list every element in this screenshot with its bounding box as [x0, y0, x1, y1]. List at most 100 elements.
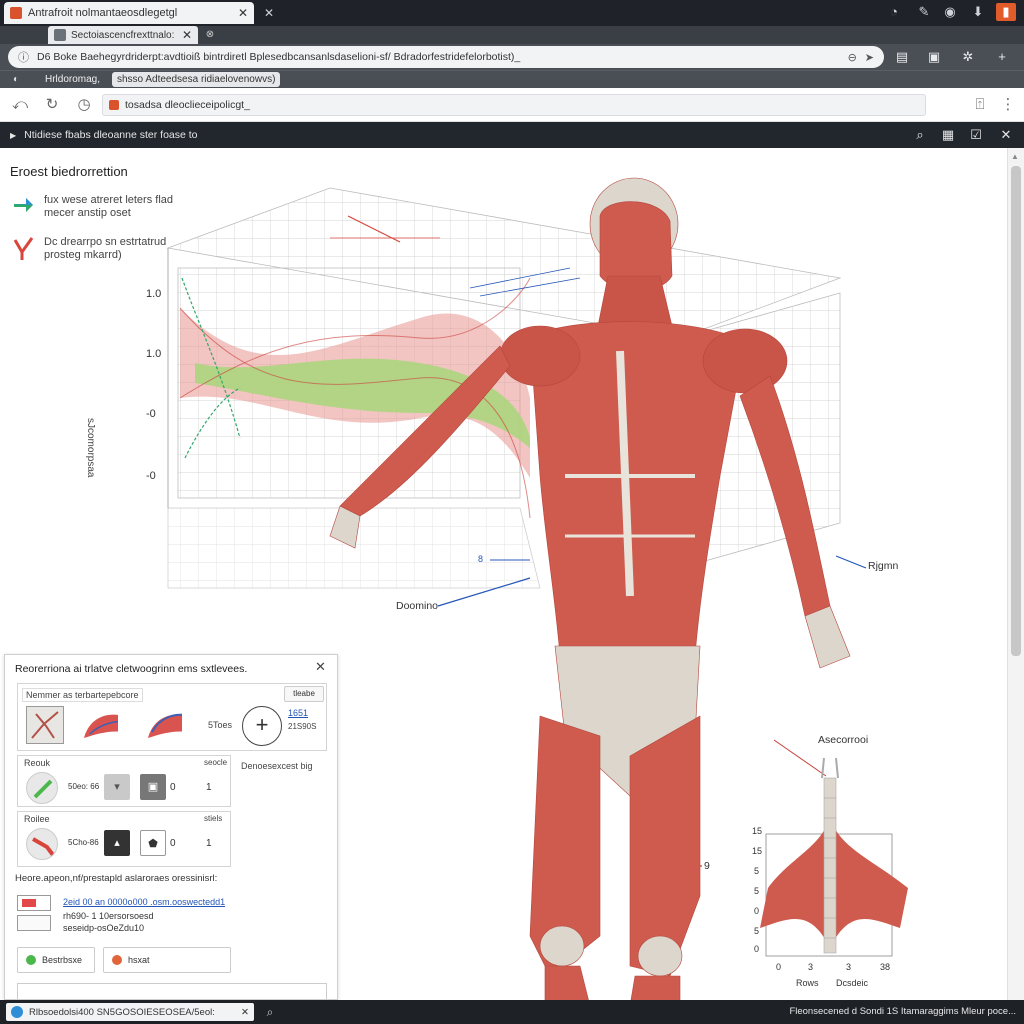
zoom-icon[interactable]: ⌕ [910, 126, 930, 144]
spine-tick: 5 [754, 926, 760, 936]
profile-icon[interactable]: ◉ [940, 3, 960, 21]
subgroup-value: 5Cho-86 [68, 838, 99, 847]
extension-icon[interactable]: ✎ [914, 3, 934, 21]
subgroup-title: Roilee [24, 814, 50, 824]
swatch-label: 5Toes [208, 720, 233, 730]
y-tick: -0 [146, 470, 156, 482]
check-box-icon[interactable]: ☑ [966, 126, 986, 144]
puzzle-icon[interactable]: ✲ [958, 48, 978, 66]
close-icon[interactable]: ✕ [996, 126, 1016, 144]
red-brush-icon[interactable] [26, 828, 58, 860]
layer-label: seseidp-osOeZdu10 [63, 923, 145, 933]
callout-right: Rjgmn [868, 560, 899, 572]
reading-list-icon[interactable]: ▤ [892, 48, 912, 66]
bookmark-2[interactable]: shsso Adteedsesa ridiaelovenowvs) [112, 72, 281, 87]
muscle-fiber-swatch-2[interactable] [144, 706, 182, 744]
close-tab-icon[interactable]: ✕ [238, 6, 248, 20]
scroll-up-icon[interactable]: ▲ [1011, 152, 1019, 161]
panel-bottom-field[interactable] [17, 983, 327, 999]
spine-tick: 5 [754, 886, 760, 896]
screenshot-icon[interactable]: ▣ [924, 48, 944, 66]
site-favicon-icon [10, 7, 22, 19]
green-dot-icon [26, 955, 36, 965]
subgroup-1: Reouk seocle 50eo: 66 ▾ ▣ 0 1 [17, 755, 231, 807]
tab-title: Antrafroit nolmantaeosdlegetgl [28, 7, 178, 19]
navigation-bar: ⤺ ↻ ◷ ⍐ ⋮ [0, 88, 1024, 122]
vertical-scrollbar[interactable]: ▲ [1007, 148, 1024, 1000]
hsxat-button[interactable]: hsxat [103, 947, 231, 973]
search-favicon-icon [109, 100, 119, 110]
spine-footer-label: Dcsdeic [836, 978, 869, 988]
taskbar-field[interactable]: Rlbsoedolsi400 SN5GOSOIESEOSEA/5eol: ✕ [6, 1003, 254, 1021]
taskbar-app-icon [11, 1006, 23, 1018]
expand-icon[interactable]: ▾ [104, 774, 130, 800]
downloads-icon[interactable]: ⬇ [968, 3, 988, 21]
layer-thumbnail[interactable] [17, 895, 51, 911]
search-input[interactable] [125, 99, 919, 111]
subgroup-right-label: seocle [204, 758, 228, 767]
share-icon[interactable]: ⍐ [970, 96, 990, 114]
grid-icon[interactable]: ▦ [938, 126, 958, 144]
search-box[interactable] [102, 94, 926, 116]
muscle-fiber-swatch-1[interactable] [80, 706, 118, 744]
account-icon[interactable]: ◔ [884, 3, 904, 21]
orange-dot-icon [112, 955, 122, 965]
active-tab[interactable]: Antrafroit nolmantaeosdlegetgl ✕ [4, 2, 254, 24]
bookmark-star-icon[interactable]: ⊖ [848, 51, 857, 64]
spine-tick: 15 [752, 826, 763, 836]
bookmark-1[interactable]: Hrldoromag, [40, 72, 105, 87]
swatch-group-button[interactable]: tleabe [284, 686, 324, 702]
apps-icon[interactable]: ◐ [8, 72, 24, 87]
layer-thumbnail[interactable] [17, 915, 51, 931]
green-brush-icon[interactable] [26, 772, 58, 804]
callout-marker: 8 [478, 554, 484, 564]
window-menu-icon[interactable]: ▮ [996, 3, 1016, 21]
callout-dooming: Doomino [396, 600, 439, 612]
url-field[interactable]: ⓘ D6 Boke Baehegyrdriderpt:avdtioiß bint… [8, 46, 884, 68]
scroll-thumb[interactable] [1011, 166, 1021, 656]
close-icon[interactable]: ✕ [182, 28, 192, 42]
swatch-value[interactable]: 1651 [288, 708, 308, 718]
panel-close-icon[interactable]: ✕ [315, 659, 326, 675]
add-icon[interactable]: + [992, 48, 1012, 66]
info-icon[interactable]: ⓘ [18, 49, 29, 65]
subgroup-title: Reouk [24, 758, 51, 768]
tab-strip: Sectoiascencfrexttnalo: ✕ ⊗ [0, 26, 1024, 44]
app-title-text: Ntidiese fbabs dleoanne ster foase to [24, 129, 198, 141]
y-tick: -0 [146, 408, 156, 420]
status-text: Fleonsecened d Sondi 1S Itamaraggims Mle… [789, 1006, 1016, 1017]
page-icon [54, 29, 66, 41]
secondary-tab[interactable]: Sectoiascencfrexttnalo: ✕ [48, 26, 198, 44]
layer-label: rh690- 1 10ersorsoesd [63, 911, 154, 921]
secondary-tab-title: Sectoiascencfrexttnalo: [71, 29, 175, 41]
search-icon[interactable]: ⌕ [258, 1003, 282, 1021]
subgroup-right-label: stiels [204, 814, 223, 823]
panel-description: Heore.apeon,nf/prestapld aslaroraes ores… [15, 873, 218, 884]
browser-tab-bar: Antrafroit nolmantaeosdlegetgl ✕ ✕ ◔ ✎ ◉… [0, 0, 1024, 26]
taskbar: Rlbsoedolsi400 SN5GOSOIESEOSEA/5eol: ✕ ⌕… [0, 1000, 1024, 1024]
close-icon[interactable]: ✕ [264, 6, 274, 20]
shield-icon[interactable]: ⬟ [140, 830, 166, 856]
swatch-group: Nemmer as terbartepebcore tleabe 5Toes +… [17, 683, 327, 751]
bestrbsxe-button[interactable]: Bestrbsxe [17, 947, 95, 973]
layer-toggle-icon[interactable]: ▣ [140, 774, 166, 800]
spine-footer-label: Rows [796, 978, 819, 988]
history-icon[interactable]: ◷ [74, 96, 94, 114]
collapse-icon[interactable]: ▴ [104, 830, 130, 856]
new-tab-close[interactable]: ✕ [258, 2, 348, 24]
more-menu-icon[interactable]: ⋮ [998, 96, 1018, 114]
spine-x-tick: 0 [776, 962, 782, 972]
layer-link[interactable]: 2eid 00 an 0000o000 .osm.ooswectedd1 [63, 897, 225, 907]
url-text[interactable]: D6 Boke Baehegyrdriderpt:avdtioiß bintrd… [37, 51, 840, 63]
go-arrow-icon[interactable]: ➤ [865, 51, 874, 64]
close-icon[interactable]: ✕ [241, 1007, 249, 1018]
muscle-texture-swatch[interactable] [26, 706, 64, 744]
tab-search-icon[interactable]: ⊗ [200, 26, 220, 44]
3d-viewport[interactable]: Eroest biedrorrettion fux wese atreret l… [0, 148, 1007, 1000]
forward-icon[interactable]: ↻ [42, 96, 62, 114]
properties-panel[interactable]: Reorerriona ai trlatve cletwoogrinn ems … [4, 654, 338, 1000]
panel-title: Reorerriona ai trlatve cletwoogrinn ems … [15, 663, 248, 675]
back-icon[interactable]: ⤺ [10, 96, 30, 114]
crosshair-add-icon[interactable]: + [242, 706, 282, 746]
spine-inset [760, 758, 908, 957]
